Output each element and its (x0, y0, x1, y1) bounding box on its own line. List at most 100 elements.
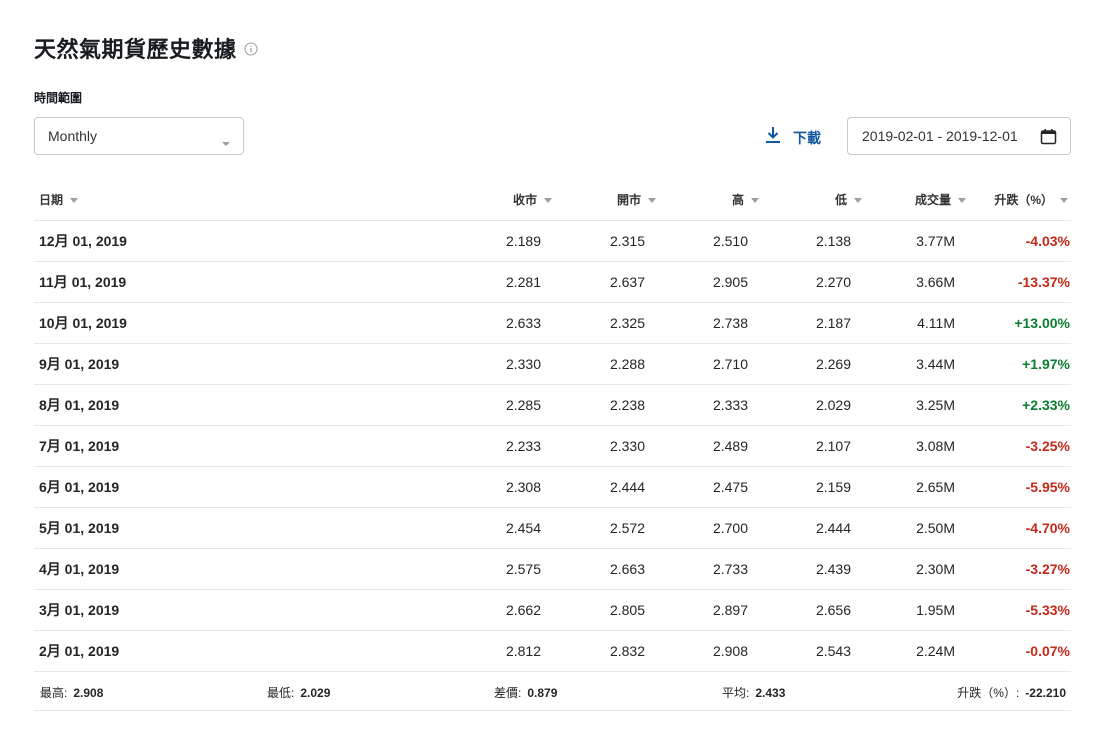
close-cell: 2.662 (215, 589, 555, 631)
volume-cell: 2.30M (865, 548, 969, 590)
date-cell: 9月 01, 2019 (34, 343, 215, 385)
volume-cell: 3.08M (865, 425, 969, 467)
low-cell: 2.138 (762, 220, 865, 262)
high-cell: 2.710 (659, 343, 762, 385)
sort-desc-icon (648, 198, 656, 204)
change-cell: -5.95% (969, 466, 1071, 508)
open-cell: 2.330 (555, 425, 659, 467)
close-cell: 2.308 (215, 466, 555, 508)
volume-cell: 1.95M (865, 589, 969, 631)
high-cell: 2.905 (659, 261, 762, 303)
download-label: 下載 (793, 129, 821, 146)
change-cell: +13.00% (969, 302, 1071, 344)
header-high[interactable]: 高 (659, 179, 762, 221)
change-cell: -13.37% (969, 261, 1071, 303)
high-cell: 2.510 (659, 220, 762, 262)
info-icon[interactable] (244, 42, 258, 56)
header-low[interactable]: 低 (762, 179, 865, 221)
page-title: 天然氣期貨歷史數據 (34, 37, 237, 62)
time-range-label: 時間範圍 (34, 91, 83, 105)
change-cell: -4.70% (969, 507, 1071, 549)
volume-cell: 3.25M (865, 384, 969, 426)
low-cell: 2.444 (762, 507, 865, 549)
close-cell: 2.575 (215, 548, 555, 590)
table-row: 2月 01, 2019 2.812 2.832 2.908 2.543 2.24M -0.0… (34, 630, 1071, 672)
change-cell: -5.33% (969, 589, 1071, 631)
close-cell: 2.812 (215, 630, 555, 672)
sort-desc-icon (70, 198, 79, 204)
header-date[interactable]: 日期 (34, 179, 215, 221)
open-cell: 2.238 (555, 384, 659, 426)
timeframe-value: Monthly (48, 128, 98, 144)
date-cell: 5月 01, 2019 (34, 507, 215, 549)
page-header: 天然氣期貨歷史數據 (34, 32, 258, 64)
header-change[interactable]: 升跌（%） (969, 179, 1071, 221)
date-cell: 7月 01, 2019 (34, 425, 215, 467)
summary-high: 最高: 2.908 (40, 686, 104, 700)
low-cell: 2.543 (762, 630, 865, 672)
volume-cell: 3.66M (865, 261, 969, 303)
high-cell: 2.738 (659, 302, 762, 344)
close-cell: 2.189 (215, 220, 555, 262)
high-cell: 2.333 (659, 384, 762, 426)
low-cell: 2.159 (762, 466, 865, 508)
table-row: 11月 01, 2019 2.281 2.637 2.905 2.270 3.66M -13… (34, 261, 1071, 303)
date-cell: 3月 01, 2019 (34, 589, 215, 631)
high-cell: 2.908 (659, 630, 762, 672)
table-row: 5月 01, 2019 2.454 2.572 2.700 2.444 2.50M -4.7… (34, 507, 1071, 549)
close-cell: 2.281 (215, 261, 555, 303)
summary-diff: 差價: 0.879 (494, 686, 558, 700)
history-table: 日期 收市 開市 高 低 成交量 升跌（%） 12月 01, 2019 2.189… (34, 179, 1071, 672)
date-cell: 8月 01, 2019 (34, 384, 215, 426)
high-cell: 2.489 (659, 425, 762, 467)
summary-bar: 最高: 2.908 最低: 2.029 差價: 0.879 平均: 2.433 升跌（%… (34, 671, 1071, 711)
calendar-icon (1040, 128, 1057, 148)
high-cell: 2.733 (659, 548, 762, 590)
close-cell: 2.454 (215, 507, 555, 549)
high-cell: 2.700 (659, 507, 762, 549)
date-cell: 4月 01, 2019 (34, 548, 215, 590)
download-button[interactable]: 下載 (765, 126, 821, 149)
volume-cell: 3.77M (865, 220, 969, 262)
sort-desc-icon (958, 198, 966, 204)
table-header-row: 日期 收市 開市 高 低 成交量 升跌（%） (34, 179, 1071, 221)
date-cell: 10月 01, 2019 (34, 302, 215, 344)
header-open[interactable]: 開市 (555, 179, 659, 221)
change-cell: -3.25% (969, 425, 1071, 467)
summary-avg: 平均: 2.433 (722, 686, 786, 700)
low-cell: 2.187 (762, 302, 865, 344)
change-cell: -4.03% (969, 220, 1071, 262)
timeframe-select[interactable]: Monthly (34, 117, 244, 155)
chevron-down-icon (221, 134, 231, 150)
table-row: 7月 01, 2019 2.233 2.330 2.489 2.107 3.08M -3.2… (34, 425, 1071, 467)
close-cell: 2.233 (215, 425, 555, 467)
header-close[interactable]: 收市 (215, 179, 555, 221)
sort-desc-icon (854, 198, 862, 204)
summary-change: 升跌（%）: -22.210 (957, 686, 1066, 700)
volume-cell: 3.44M (865, 343, 969, 385)
date-range-picker[interactable]: 2019-02-01 - 2019-12-01 (847, 117, 1071, 155)
header-volume[interactable]: 成交量 (865, 179, 969, 221)
low-cell: 2.107 (762, 425, 865, 467)
close-cell: 2.633 (215, 302, 555, 344)
open-cell: 2.444 (555, 466, 659, 508)
open-cell: 2.663 (555, 548, 659, 590)
table-row: 10月 01, 2019 2.633 2.325 2.738 2.187 4.11M +13… (34, 302, 1071, 344)
open-cell: 2.637 (555, 261, 659, 303)
open-cell: 2.315 (555, 220, 659, 262)
table-row: 4月 01, 2019 2.575 2.663 2.733 2.439 2.30M -3.2… (34, 548, 1071, 590)
change-cell: +1.97% (969, 343, 1071, 385)
date-cell: 2月 01, 2019 (34, 630, 215, 672)
volume-cell: 2.65M (865, 466, 969, 508)
high-cell: 2.475 (659, 466, 762, 508)
low-cell: 2.269 (762, 343, 865, 385)
change-cell: +2.33% (969, 384, 1071, 426)
open-cell: 2.805 (555, 589, 659, 631)
date-cell: 12月 01, 2019 (34, 220, 215, 262)
low-cell: 2.439 (762, 548, 865, 590)
table-row: 8月 01, 2019 2.285 2.238 2.333 2.029 3.25M +2.3… (34, 384, 1071, 426)
change-cell: -0.07% (969, 630, 1071, 672)
change-cell: -3.27% (969, 548, 1071, 590)
close-cell: 2.330 (215, 343, 555, 385)
volume-cell: 2.24M (865, 630, 969, 672)
